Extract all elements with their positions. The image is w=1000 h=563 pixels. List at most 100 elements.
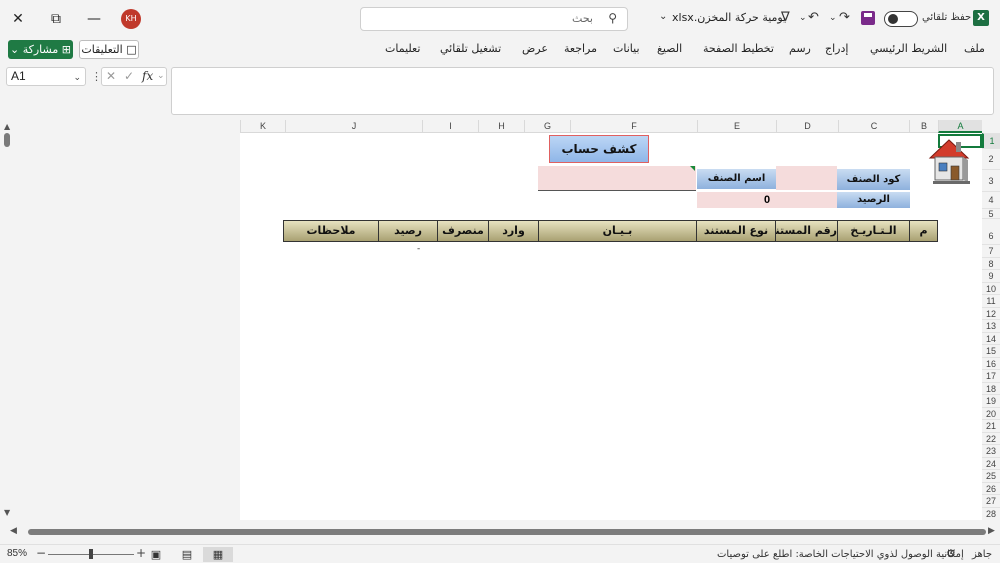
vertical-scrollbar-thumb[interactable] [4,133,10,147]
row-header-25[interactable]: 25 [982,469,1000,482]
row-header-6[interactable]: 6 [982,218,1000,244]
row-header-15[interactable]: 15 [982,344,1000,357]
zoom-level[interactable]: 85% [7,548,27,559]
formula-bar: A1 ⌄ ⋮ ✕ ✓ fx ⌄ [0,62,1000,120]
tab-help[interactable]: تعليمات [385,42,420,55]
column-header-e[interactable]: E [697,120,776,133]
column-header-i[interactable]: I [422,120,478,133]
row-header-20[interactable]: 20 [982,407,1000,419]
redo-icon[interactable]: ↷ [839,10,850,26]
horizontal-scrollbar[interactable]: ◀ ▶ [0,520,1000,544]
tab-home[interactable]: الشريط الرئيسي [870,42,947,55]
autosave-toggle[interactable] [884,11,918,27]
row-header-2[interactable]: 2 [982,148,1000,169]
column-header-b[interactable]: B [909,120,938,133]
scroll-up-icon[interactable]: ▲ [4,122,10,131]
row-header-4[interactable]: 4 [982,191,1000,208]
scroll-right-icon[interactable]: ▶ [988,526,995,536]
item-name-input[interactable] [538,166,696,190]
accessibility-icon[interactable]: ⚙ [946,547,956,560]
ribbon-tabs: ⊞ مشاركة ⌄ □ التعليقات ملف الشريط الرئيس… [0,37,1000,62]
row-header-27[interactable]: 27 [982,494,1000,507]
tab-view[interactable]: عرض [522,42,548,55]
row-header-8[interactable]: 8 [982,257,1000,269]
row-header-12[interactable]: 12 [982,307,1000,319]
row-header-3[interactable]: 3 [982,169,1000,191]
formula-input[interactable] [171,67,994,115]
tab-page-layout[interactable]: تخطيط الصفحة [703,42,774,55]
excel-logo-icon: X [973,10,989,26]
column-header-c[interactable]: C [838,120,909,133]
save-icon[interactable] [861,11,875,25]
row-header-23[interactable]: 23 [982,444,1000,457]
row-header-14[interactable]: 14 [982,332,1000,344]
item-code-input[interactable] [776,166,837,190]
accessibility-status[interactable]: إمكانية الوصول لذوي الاحتياجات الخاصة: ا… [717,549,964,560]
row-header-22[interactable]: 22 [982,432,1000,444]
undo-icon[interactable]: ↶ [808,10,819,26]
tab-insert[interactable]: إدراج [825,42,848,55]
share-button[interactable]: ⊞ مشاركة ⌄ [8,40,73,59]
tab-file[interactable]: ملف [964,42,985,55]
insert-function-icon[interactable]: fx [142,69,153,83]
column-header-k[interactable]: K [240,120,285,133]
page-break-view-icon[interactable]: ▣ [141,547,171,562]
cancel-icon[interactable]: ✕ [106,69,116,83]
comments-button[interactable]: □ التعليقات [79,40,139,59]
row-header-19[interactable]: 19 [982,394,1000,407]
tab-formulas[interactable]: الصيغ [657,42,682,55]
minimize-icon[interactable]: — [83,8,105,30]
tab-automate[interactable]: تشغيل تلقائي [440,42,501,55]
row-header-21[interactable]: 21 [982,419,1000,432]
column-header-a[interactable]: A [938,120,982,133]
row-header-11[interactable]: 11 [982,294,1000,307]
avatar[interactable]: KH [121,9,141,29]
item-code-label: كود الصنف [837,169,910,190]
column-header-h[interactable]: H [478,120,524,133]
row-header-7[interactable]: 7 [982,244,1000,257]
search-input[interactable]: بحث ⚲ [360,7,628,31]
header-outgoing: منصرف [437,220,489,242]
row-header-24[interactable]: 24 [982,457,1000,469]
row-header-13[interactable]: 13 [982,319,1000,332]
close-icon[interactable]: ✕ [7,8,29,30]
scroll-left-icon[interactable]: ◀ [10,526,17,536]
chevron-down-icon[interactable]: ⌄ [829,10,837,26]
scroll-down-icon[interactable]: ▼ [4,508,10,517]
zoom-slider-thumb[interactable] [89,549,93,559]
enter-icon[interactable]: ✓ [124,69,134,83]
row-header-17[interactable]: 17 [982,369,1000,382]
horizontal-scrollbar-thumb[interactable] [28,529,986,535]
normal-view-icon[interactable]: ▦ [203,547,233,562]
row-header-1[interactable]: 1 [982,133,1000,148]
header-date: الـتـاريـخ [837,220,910,242]
header-notes: ملاحظات [283,220,379,242]
status-bar: 85% − + ▣ ▤ ▦ إمكانية الوصول لذوي الاحتي… [0,544,1000,563]
row-header-28[interactable]: 28 [982,507,1000,520]
column-header-g[interactable]: G [524,120,570,133]
zoom-out-icon[interactable]: − [36,546,46,560]
page-layout-view-icon[interactable]: ▤ [172,547,202,562]
restore-icon[interactable]: ⧉ [45,8,67,30]
chevron-down-icon[interactable]: ⌄ [659,11,667,22]
column-header-d[interactable]: D [776,120,838,133]
customize-icon[interactable]: ∇ [781,10,790,26]
row-header-26[interactable]: 26 [982,482,1000,494]
name-box[interactable]: A1 ⌄ [6,67,86,86]
row-header-16[interactable]: 16 [982,357,1000,369]
chevron-down-icon[interactable]: ⌄ [799,10,807,26]
column-header-f[interactable]: F [570,120,697,133]
column-header-j[interactable]: J [285,120,422,133]
row-header-9[interactable]: 9 [982,269,1000,282]
header-document-type: نوع المستند [696,220,776,242]
chevron-down-icon[interactable]: ⌄ [157,71,165,81]
tab-data[interactable]: بيانات [613,42,640,55]
row-header-18[interactable]: 18 [982,382,1000,394]
chevron-down-icon[interactable]: ⌄ [73,69,81,86]
worksheet-grid[interactable]: K J I H G F E D C B A كشف حساب اسم الصنف… [240,120,982,520]
row-header-5[interactable]: 5 [982,208,1000,219]
tab-draw[interactable]: رسم [789,42,811,55]
row-header-10[interactable]: 10 [982,282,1000,294]
file-name[interactable]: يومية حركة المخزن.xlsx [672,11,786,24]
tab-review[interactable]: مراجعة [564,42,597,55]
